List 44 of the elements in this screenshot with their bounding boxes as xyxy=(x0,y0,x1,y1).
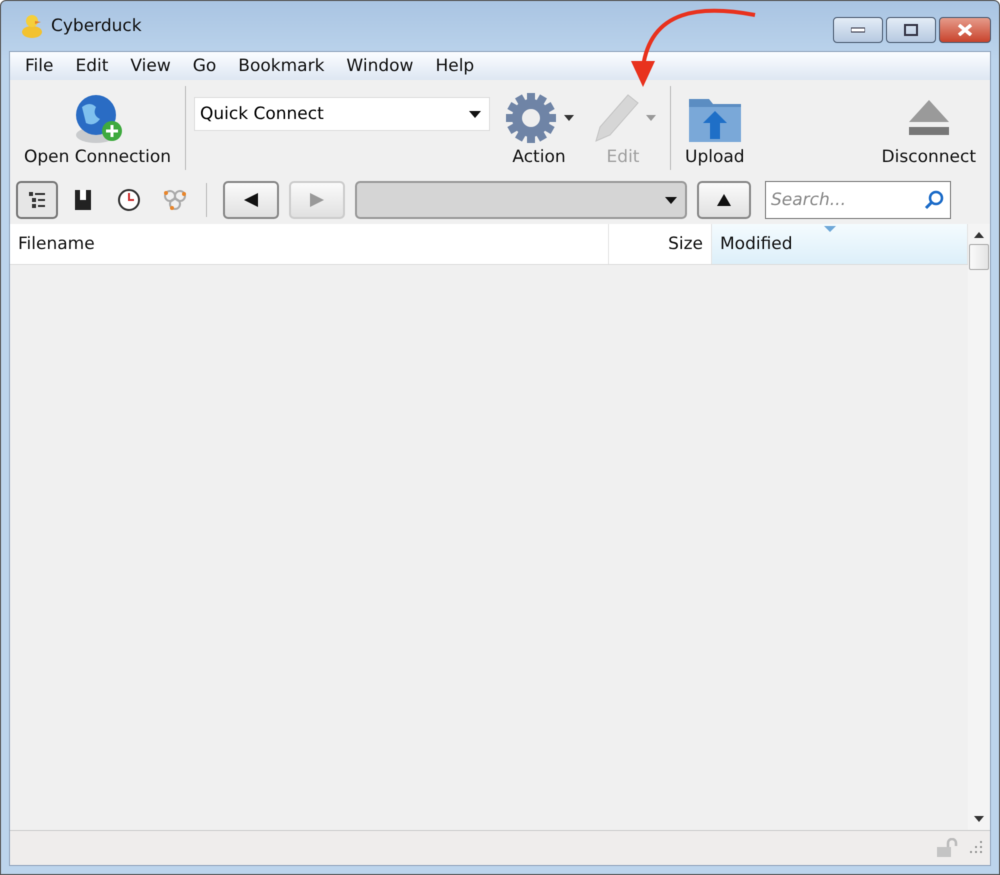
search-icon xyxy=(924,190,944,210)
view-toggle-button[interactable] xyxy=(16,181,58,219)
maximize-icon xyxy=(904,24,918,36)
back-button[interactable] xyxy=(223,181,279,219)
column-header[interactable]: Filename xyxy=(10,224,609,264)
menu-item[interactable]: Edit xyxy=(64,56,120,76)
column-header[interactable]: Modified xyxy=(712,224,968,264)
toolbar-button[interactable]: Open Connection xyxy=(16,85,179,171)
network-icon xyxy=(162,188,188,212)
search-field[interactable]: Search... xyxy=(765,181,951,219)
toolbar-button[interactable]: Action xyxy=(496,85,582,171)
caret-icon xyxy=(665,196,677,204)
gear-icon xyxy=(504,91,558,145)
resize-grip-icon xyxy=(970,841,984,855)
forward-arrow-icon xyxy=(310,193,324,207)
toolbar-button[interactable]: Disconnect xyxy=(874,85,984,171)
scrollbar[interactable] xyxy=(968,224,990,830)
sort-indicator-icon xyxy=(824,226,836,232)
unlocked-padlock-icon xyxy=(936,838,958,858)
minimize-button[interactable] xyxy=(833,17,883,43)
close-icon xyxy=(957,24,973,36)
quick-connect-dropdown[interactable]: Quick Connect xyxy=(194,97,490,131)
parent-folder-button[interactable] xyxy=(697,181,751,219)
window-title: Cyberduck xyxy=(51,16,142,36)
menu-item[interactable]: Bookmark xyxy=(227,56,336,76)
menu-item[interactable]: Help xyxy=(424,56,486,76)
menu-item[interactable]: Window xyxy=(335,56,424,76)
duck-icon xyxy=(21,13,43,39)
scroll-up-icon xyxy=(974,232,984,238)
bookmark-book-icon xyxy=(74,189,92,211)
back-arrow-icon xyxy=(244,193,258,207)
minimize-icon xyxy=(851,27,865,33)
up-arrow-icon xyxy=(717,194,731,206)
menu-item[interactable]: File xyxy=(14,56,64,76)
maximize-button[interactable] xyxy=(886,17,936,43)
clock-icon xyxy=(117,188,141,212)
scroll-thumb[interactable] xyxy=(969,244,989,270)
close-button[interactable] xyxy=(939,17,991,43)
menu-item[interactable]: Go xyxy=(182,56,228,76)
scroll-down-icon xyxy=(974,816,984,822)
menu-item[interactable]: View xyxy=(119,56,182,76)
toolbar-button[interactable]: Upload xyxy=(677,85,753,171)
caret-icon xyxy=(469,110,481,118)
outline-list-icon xyxy=(28,191,46,209)
